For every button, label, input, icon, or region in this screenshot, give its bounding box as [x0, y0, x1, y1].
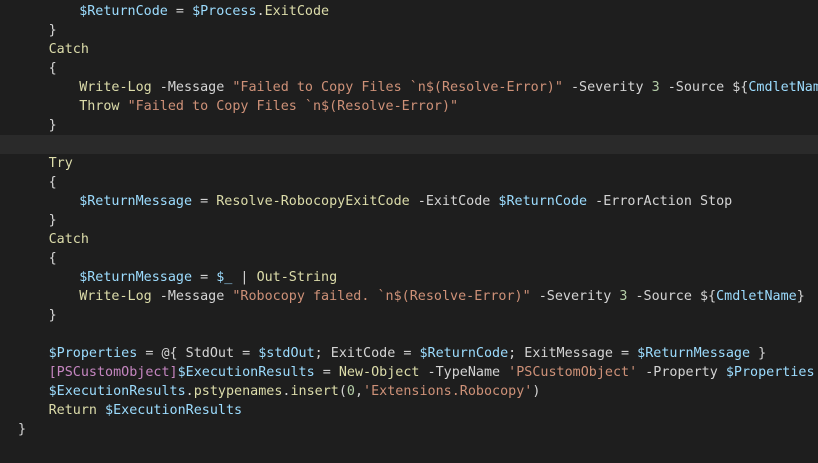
code-token: }	[18, 422, 27, 437]
code-token: Write-Log	[79, 80, 152, 95]
code-token: |	[232, 270, 257, 285]
code-editor[interactable]: $ReturnCode = $Process.ExitCode} Catch{Wr…	[0, 0, 818, 463]
code-token: $ExecutionResults	[105, 403, 243, 418]
code-line[interactable]	[0, 325, 818, 344]
code-token: -ExitCode	[409, 194, 499, 209]
code-token: }	[48, 213, 57, 228]
code-token: Throw	[79, 99, 120, 114]
code-token: New-Object	[338, 365, 420, 380]
code-token: Write-Log	[79, 289, 152, 304]
code-token: "Failed to Copy Files `n$(Resolve-Error)…	[232, 80, 563, 95]
code-token: Try	[48, 156, 73, 171]
code-token: [PSCustomObject]	[48, 365, 178, 380]
code-token: $_	[216, 270, 233, 285]
code-line[interactable]: $ReturnCode = $Process.ExitCode	[0, 2, 818, 21]
code-token: $ExecutionResults	[48, 384, 186, 399]
code-token: =	[192, 270, 217, 285]
code-token: $ExecutionResults	[177, 365, 315, 380]
code-token: $stdOut	[258, 346, 315, 361]
code-token: $Properties	[725, 365, 815, 380]
code-token: -Message	[151, 289, 233, 304]
code-token: }	[48, 118, 57, 133]
code-token: }	[750, 346, 767, 361]
code-line[interactable]: Try	[0, 154, 818, 173]
code-token: =	[192, 194, 217, 209]
code-token: Catch	[48, 42, 89, 57]
code-token: {	[48, 61, 57, 76]
code-token: -Message	[151, 80, 233, 95]
code-token: =	[167, 4, 193, 19]
code-token: 0	[346, 384, 355, 399]
code-line[interactable]: }	[0, 211, 818, 230]
code-line[interactable]: $ExecutionResults.pstypenames.insert(0,'…	[0, 382, 818, 401]
code-token: }	[48, 308, 57, 323]
code-token: (	[338, 384, 347, 399]
code-token: "Robocopy failed. `n$(Resolve-Error)"	[232, 289, 531, 304]
code-token: pstypenames	[193, 384, 283, 399]
code-line[interactable]: {	[0, 173, 818, 192]
code-token: $ReturnCode	[498, 194, 588, 209]
code-token: $ReturnCode	[419, 346, 509, 361]
code-token: $ReturnMessage	[79, 270, 193, 285]
code-token: .	[185, 384, 194, 399]
code-token: $ReturnMessage	[79, 194, 193, 209]
code-token: Out-String	[256, 270, 338, 285]
code-line[interactable]: $ReturnMessage = $_ | Out-String	[0, 268, 818, 287]
code-token: ExitCode	[264, 4, 330, 19]
code-token: $ReturnMessage	[637, 346, 751, 361]
code-token: -Source	[659, 80, 733, 95]
code-token: )	[532, 384, 541, 399]
code-token: ; ExitMessage =	[508, 346, 638, 361]
code-line[interactable]: {	[0, 249, 818, 268]
code-line[interactable]: Return $ExecutionResults	[0, 401, 818, 420]
code-token: $Process	[192, 4, 257, 19]
code-line[interactable]: {	[0, 59, 818, 78]
code-token: 'Extensions.Robocopy'	[363, 384, 533, 399]
code-token: }	[48, 23, 57, 38]
code-token: ${	[732, 80, 749, 95]
code-token: "Failed to Copy Files `n$(Resolve-Error)…	[127, 99, 459, 114]
code-line[interactable]: }	[0, 420, 818, 439]
code-token: insert	[290, 384, 339, 399]
code-line[interactable]: }	[0, 116, 818, 135]
code-token: -Severity	[530, 289, 620, 304]
code-token: $Properties	[48, 346, 138, 361]
code-token: -ErrorAction Stop	[587, 194, 733, 209]
code-token: {	[48, 251, 57, 266]
code-line[interactable]: $Properties = @{ StdOut = $stdOut; ExitC…	[0, 344, 818, 363]
code-line[interactable]: [PSCustomObject]$ExecutionResults = New-…	[0, 363, 818, 382]
code-token: CmdletName	[716, 289, 797, 304]
code-token: $ReturnCode	[79, 4, 168, 19]
code-token: -Source	[627, 289, 700, 304]
code-token: ${	[699, 289, 717, 304]
code-line[interactable]: Catch	[0, 40, 818, 59]
code-token: ; ExitCode =	[314, 346, 420, 361]
code-token: -Property	[637, 365, 726, 380]
code-line[interactable]: Throw "Failed to Copy Files `n$(Resolve-…	[0, 97, 818, 116]
code-token: Return	[48, 403, 97, 418]
code-token: 'PSCustomObject'	[508, 365, 638, 380]
code-token: -Severity	[562, 80, 652, 95]
code-line[interactable]: Write-Log -Message "Robocopy failed. `n$…	[0, 287, 818, 306]
code-line[interactable]: Catch	[0, 230, 818, 249]
code-token: Resolve-RobocopyExitCode	[216, 194, 410, 209]
code-token: }	[796, 289, 805, 304]
code-token: .	[256, 4, 265, 19]
code-token: = @{ StdOut =	[137, 346, 259, 361]
code-token: 3	[651, 80, 660, 95]
code-token: Catch	[48, 232, 89, 247]
code-line[interactable]: }	[0, 21, 818, 40]
code-token: =	[314, 365, 339, 380]
code-line[interactable]	[0, 135, 818, 154]
code-token: ,	[354, 384, 364, 399]
code-line[interactable]: }	[0, 306, 818, 325]
code-token: -TypeName	[419, 365, 509, 380]
code-token: {	[48, 175, 57, 190]
code-token: CmdletName	[748, 80, 818, 95]
code-line[interactable]: Write-Log -Message "Failed to Copy Files…	[0, 78, 818, 97]
code-line[interactable]: $ReturnMessage = Resolve-RobocopyExitCod…	[0, 192, 818, 211]
